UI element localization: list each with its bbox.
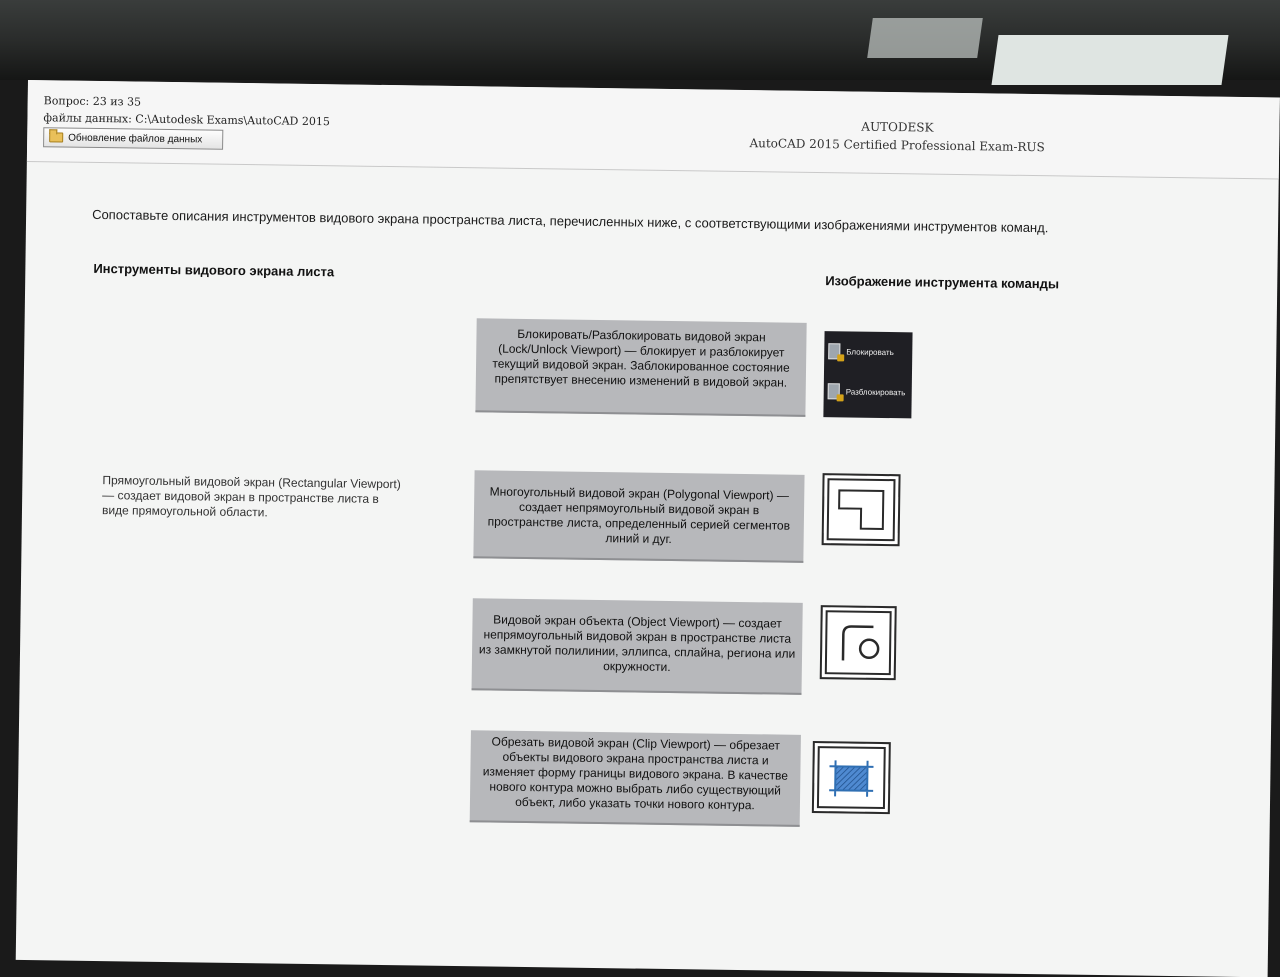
answer-block-clip[interactable]: Обрезать видовой экран (Clip Viewport) —… <box>469 730 801 827</box>
clip-viewport-icon <box>829 760 874 797</box>
update-files-label: Обновление файлов данных <box>68 132 203 145</box>
exam-header: Вопрос: 23 из 35 файлы данных: C:\Autode… <box>26 80 1280 180</box>
unlock-label: Разблокировать <box>845 386 906 397</box>
answer-block-lock[interactable]: Блокировать/Разблокировать видовой экран… <box>475 318 807 417</box>
left-column-heading: Инструменты видового экрана листа <box>93 260 335 280</box>
exam-screen: Вопрос: 23 из 35 файлы данных: C:\Autode… <box>15 80 1280 977</box>
reflection-glare <box>991 35 1229 85</box>
lock-icon <box>828 343 841 360</box>
lock-option: Блокировать <box>824 331 913 372</box>
clip-viewport-tool-image[interactable] <box>811 741 891 815</box>
update-files-button[interactable]: Обновление файлов данных <box>43 127 224 150</box>
object-viewport-icon <box>841 625 880 661</box>
polygonal-viewport-tool-image[interactable] <box>821 473 901 547</box>
answer-block-object[interactable]: Видовой экран объекта (Object Viewport) … <box>471 598 803 695</box>
folder-icon <box>49 132 64 143</box>
unlock-icon <box>827 383 840 400</box>
reflection-glare <box>867 18 983 58</box>
question-instruction: Сопоставьте описания инструментов видово… <box>92 206 1049 236</box>
answer-block-polygonal[interactable]: Многоугольный видовой экран (Polygonal V… <box>473 470 805 563</box>
matched-item-rectangular[interactable]: Прямоугольный видовой экран (Rectangular… <box>102 473 403 522</box>
unlock-option: Разблокировать <box>823 371 912 412</box>
question-info: Вопрос: 23 из 35 файлы данных: C:\Autode… <box>43 92 330 130</box>
object-viewport-tool-image[interactable] <box>819 605 897 681</box>
right-column-heading: Изображение инструмента команды <box>825 273 1060 292</box>
polygonal-viewport-icon <box>838 489 885 530</box>
brand-block: AUTODESK AutoCAD 2015 Certified Professi… <box>747 116 1047 156</box>
exam-title: AutoCAD 2015 Certified Professional Exam… <box>749 136 1045 155</box>
lock-unlock-tool-image[interactable]: Блокировать Разблокировать <box>823 331 913 419</box>
lock-label: Блокировать <box>846 346 894 357</box>
